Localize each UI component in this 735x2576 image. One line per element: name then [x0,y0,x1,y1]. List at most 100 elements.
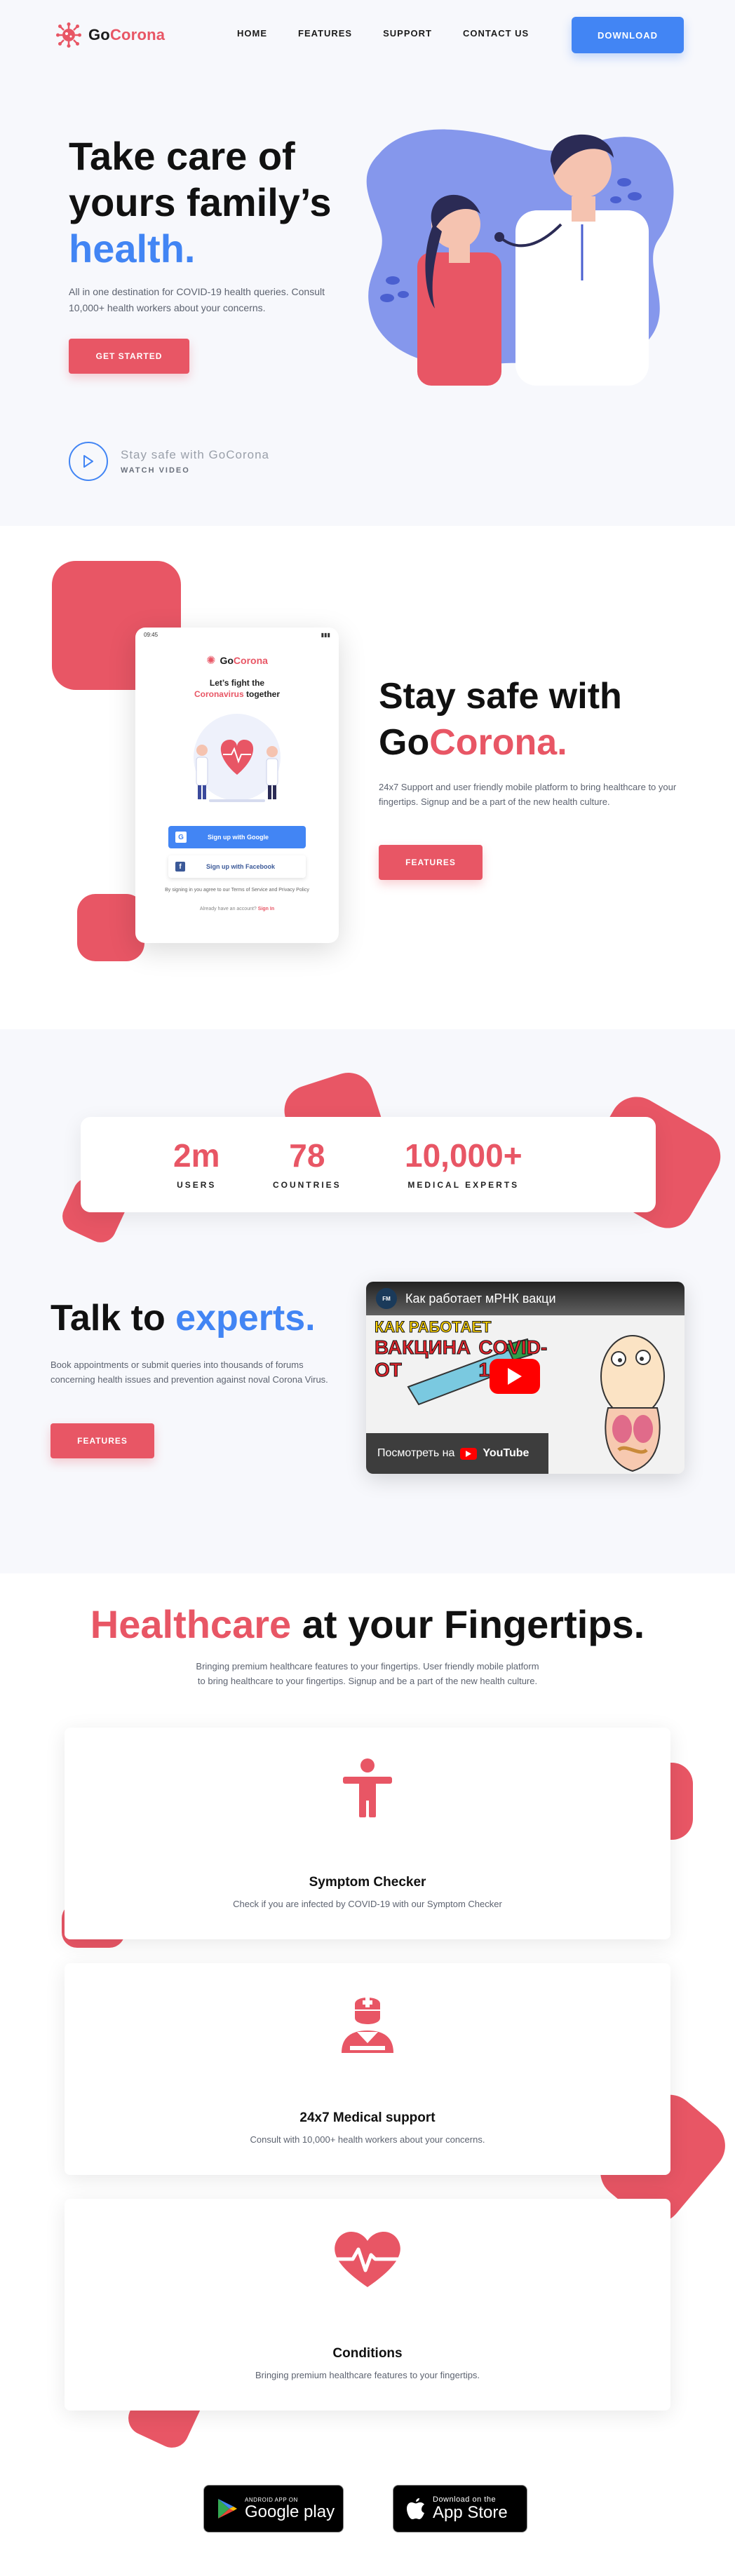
phone-heading: Let’s fight the Coronavirus together [135,677,339,700]
watch-on-label: Посмотреть на [377,1447,455,1459]
watch-video-title: Stay safe with GoCorona [121,448,269,461]
healthcare-section: Healthcare at your Fingertips. Bringing … [0,1573,735,2576]
talk-to-experts-title: Talk to experts. [50,1297,316,1339]
card-description: Check if you are infected by COVID-19 wi… [233,1899,502,1909]
heartbeat-icon [329,2231,406,2287]
healthcare-title: Healthcare at your Fingertips. [0,1601,735,1647]
talk-to-experts-description: Book appointments or submit queries into… [50,1360,328,1385]
hero-title-line1: Take care of [69,134,295,178]
stat-medical-experts: 10,000+ MEDICAL EXPERTS [405,1138,522,1190]
get-started-button[interactable]: GET STARTED [69,339,189,374]
download-button[interactable]: DOWNLOAD [572,17,684,53]
phone-time: 09:45 [144,632,159,638]
google-signup-label: Sign up with Google [208,834,269,841]
stat-label: MEDICAL EXPERTS [407,1180,520,1190]
youtube-play-button[interactable] [490,1359,540,1394]
watch-video[interactable]: Stay safe with GoCorona WATCH VIDEO [69,442,269,481]
stay-safe-section: 09:45 ▮▮▮ ✺ GoCorona Let’s fight the Coro… [0,526,735,1029]
google-icon: G [175,832,187,843]
card-title: Symptom Checker [309,1875,426,1890]
card-description: Consult with 10,000+ health workers abou… [250,2134,485,2145]
doctors-illustration [194,714,281,802]
phone-heading-highlight: Coronavirus [194,689,244,699]
decor-blob [77,894,144,961]
talk-title-plain: Talk to [50,1298,176,1338]
stay-safe-title-line1: Stay safe with [379,676,622,717]
logo-go: Go [88,26,110,43]
play-button[interactable] [69,442,108,481]
phone-account-prompt: Already have an account? Sign In [135,907,339,911]
logo-corona: Corona [109,26,166,43]
nav-support[interactable]: SUPPORT [383,28,432,39]
top-nav: GoCorona HOME FEATURES SUPPORT CONTACT U… [0,0,735,70]
healthcare-description: Bringing premium healthcare features to … [196,1661,539,1686]
medic-icon [342,1998,393,2053]
page: GoCorona HOME FEATURES SUPPORT CONTACT U… [0,0,735,2576]
experts-section: 2m USERS 78 COUNTRIES 10,000+ MEDICAL EXPER… [0,1029,735,1573]
stat-value: 2m [173,1137,220,1174]
stat-label: COUNTRIES [273,1180,342,1190]
youtube-video-embed[interactable]: FM Как работает мРНК вакци КАК РАБОТАЕТ … [366,1282,685,1474]
watch-on-youtube[interactable]: Посмотреть на YouTube [366,1433,548,1474]
features-button[interactable]: FEATURES [379,845,483,880]
virus-icon [56,22,81,48]
phone-mockup: 09:45 ▮▮▮ ✺ GoCorona Let’s fight the Coro… [135,628,339,943]
google-play-icon [218,2499,237,2519]
nav-features[interactable]: FEATURES [298,28,352,39]
feature-card-medical-support[interactable]: 24x7 Medical support Consult with 10,000… [65,1963,670,2175]
play-icon [508,1368,522,1385]
facebook-signup-label: Sign up with Facebook [206,863,276,870]
features-button[interactable]: FEATURES [50,1423,154,1458]
virus-icon: ✺ [206,655,216,667]
phone-logo-go: Go [220,655,234,666]
card-description: Bringing premium healthcare features to … [255,2370,480,2380]
nav-links: HOME FEATURES SUPPORT CONTACT US [237,28,529,39]
nav-contact-us[interactable]: CONTACT US [463,28,529,39]
hero-title-line2: yours family’s [69,180,332,224]
stay-safe-description: 24x7 Support and user friendly mobile pl… [379,782,677,807]
stat-users: 2m USERS [173,1138,220,1190]
phone-logo-corona: Corona [233,655,268,666]
stat-value: 78 [289,1137,325,1174]
doctor-patient-illustration [366,129,674,386]
person-icon [343,1758,392,1817]
nav-home[interactable]: HOME [237,28,267,39]
feature-card-conditions[interactable]: Conditions Bringing premium healthcare f… [65,2199,670,2411]
phone-logo: ✺ GoCorona [135,653,339,667]
stay-safe-title-go: Go [379,722,430,763]
play-icon [83,455,93,468]
phone-terms: By signing in you agree to our Terms of … [165,888,309,893]
youtube-wordmark: YouTube [483,1447,530,1459]
hero-description: All in one destination for COVID-19 heal… [69,286,325,313]
phone-account-text: Already have an account? [199,907,257,911]
stat-label: USERS [177,1180,217,1190]
video-title[interactable]: Как работает мРНК вакци [405,1292,556,1306]
stay-safe-title-corona: Corona. [429,722,567,763]
youtube-logo-icon [460,1447,478,1460]
feature-card-symptom-checker[interactable]: Symptom Checker Check if you are infecte… [65,1728,670,1939]
phone-status-bar: 09:45 ▮▮▮ [135,628,339,642]
app-store-button[interactable]: Download on the App Store [393,2485,527,2533]
stat-countries: 78 COUNTRIES [273,1138,342,1190]
facebook-icon: f [175,862,185,872]
phone-signin-link[interactable]: Sign In [258,907,274,911]
logo[interactable]: GoCorona [56,22,165,48]
stat-value: 10,000+ [405,1137,522,1174]
stats-card: 2m USERS 78 COUNTRIES 10,000+ MEDICAL EXPER… [81,1117,656,1212]
facebook-signup-button[interactable]: f Sign up with Facebook [168,855,306,878]
google-signup-button[interactable]: G Sign up with Google [168,826,306,848]
logo-text: GoCorona [88,26,165,44]
channel-avatar[interactable]: FM [376,1288,397,1309]
video-banner-line1: КАК РАБОТАЕТ [375,1318,492,1336]
video-banner-line2: ВАКЦИНА ОТ [374,1336,471,1381]
hero-section: Take care of yours family’s health. All … [0,70,735,526]
google-play-button[interactable]: ANDROID APP ON Google play [203,2485,344,2533]
card-title: Conditions [332,2346,403,2361]
apple-icon [407,2498,424,2519]
card-title: 24x7 Medical support [299,2110,436,2125]
phone-heading-rest: together [246,689,281,699]
watch-video-label: WATCH VIDEO [121,466,190,475]
google-play-big-text: Google play [245,2502,335,2521]
healthcare-title-rest: at your Fingertips. [291,1602,645,1646]
talk-title-highlight: experts. [175,1298,316,1338]
